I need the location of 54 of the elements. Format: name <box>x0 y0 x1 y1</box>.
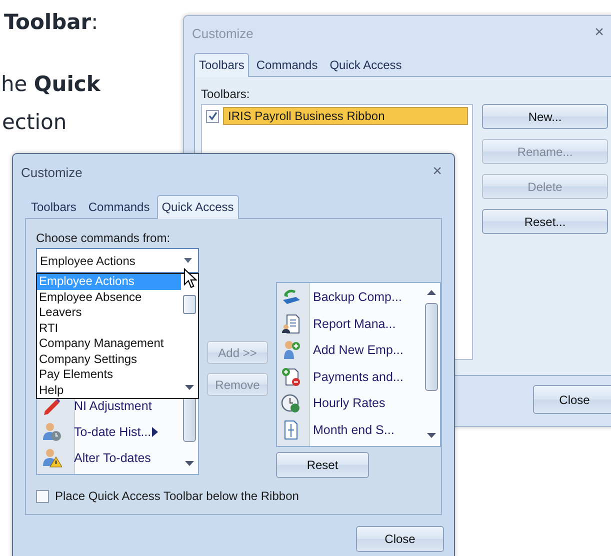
window-title: Customize <box>192 26 254 40</box>
add-person-icon <box>281 340 301 360</box>
document-person-icon <box>281 314 301 334</box>
dropdown-option[interactable]: Leavers <box>37 305 181 320</box>
list-item[interactable]: Payments and... <box>279 364 423 390</box>
checkbox[interactable] <box>206 110 219 122</box>
scroll-down-icon[interactable] <box>427 433 436 438</box>
window-title: Customize <box>21 164 82 180</box>
list-item[interactable]: Hourly Rates <box>279 390 423 416</box>
article-text: he Quick <box>1 72 100 96</box>
close-button[interactable]: Close <box>533 385 611 414</box>
list-item[interactable]: Report Mana... <box>279 310 423 337</box>
close-icon[interactable]: × <box>594 25 604 41</box>
list-item[interactable]: Alter To-dates <box>40 445 181 471</box>
reset-button[interactable]: Reset <box>276 452 369 478</box>
dropdown-option[interactable]: Company Management <box>37 336 181 352</box>
field-label: Choose commands from: <box>36 231 172 245</box>
list-item[interactable]: To-date Hist... <box>40 419 181 445</box>
dialog-button[interactable]: Reset... <box>482 209 608 234</box>
close-button[interactable]: Close <box>356 526 444 552</box>
dropdown-field[interactable]: Employee Actions <box>36 248 199 273</box>
tab[interactable]: Commands <box>251 54 323 76</box>
tab[interactable]: Toolbars <box>194 53 250 77</box>
group-label: Toolbars: <box>201 87 251 101</box>
tab[interactable]: Quick Access <box>156 195 239 219</box>
dropdown-option[interactable]: Help <box>37 382 181 398</box>
tab[interactable]: Commands <box>83 196 155 218</box>
list-item[interactable]: Month end S... <box>279 416 423 443</box>
scroll-down-icon[interactable] <box>185 385 194 390</box>
checkbox[interactable] <box>36 490 49 502</box>
article-text: ection <box>2 110 67 134</box>
pen-icon <box>42 396 62 416</box>
document-plus-minus-icon <box>281 366 301 387</box>
list-item[interactable]: Add New Emp... <box>279 337 423 364</box>
dialog-button[interactable]: New... <box>482 104 608 129</box>
tab[interactable]: Quick Access <box>324 54 407 76</box>
scroll-up-icon[interactable] <box>427 290 436 295</box>
dropdown-option[interactable]: Employee Absence <box>37 290 181 305</box>
scroll-down-icon[interactable] <box>185 461 194 466</box>
dropdown-arrow-icon[interactable] <box>184 258 192 263</box>
list-item[interactable]: Backup Comp... <box>279 284 423 310</box>
tab[interactable]: Toolbars <box>26 196 82 218</box>
article-text: Toolbar: <box>4 10 98 34</box>
close-icon[interactable]: × <box>432 164 442 180</box>
scroll-thumb[interactable] <box>425 303 438 391</box>
dropdown-option[interactable]: Pay Elements <box>37 367 181 382</box>
scroll-thumb[interactable] <box>183 295 196 314</box>
dropdown-option[interactable]: RTI <box>37 320 181 336</box>
checkbox-label: Place Quick Access Toolbar below the Ribbon <box>55 489 299 503</box>
list-item[interactable]: IRIS Payroll Business Ribbon <box>223 107 468 125</box>
person-warning-icon <box>42 448 62 468</box>
person-clock-icon <box>42 422 62 442</box>
clock-icon <box>281 393 301 414</box>
dropdown-option[interactable]: Company Settings <box>37 352 181 367</box>
